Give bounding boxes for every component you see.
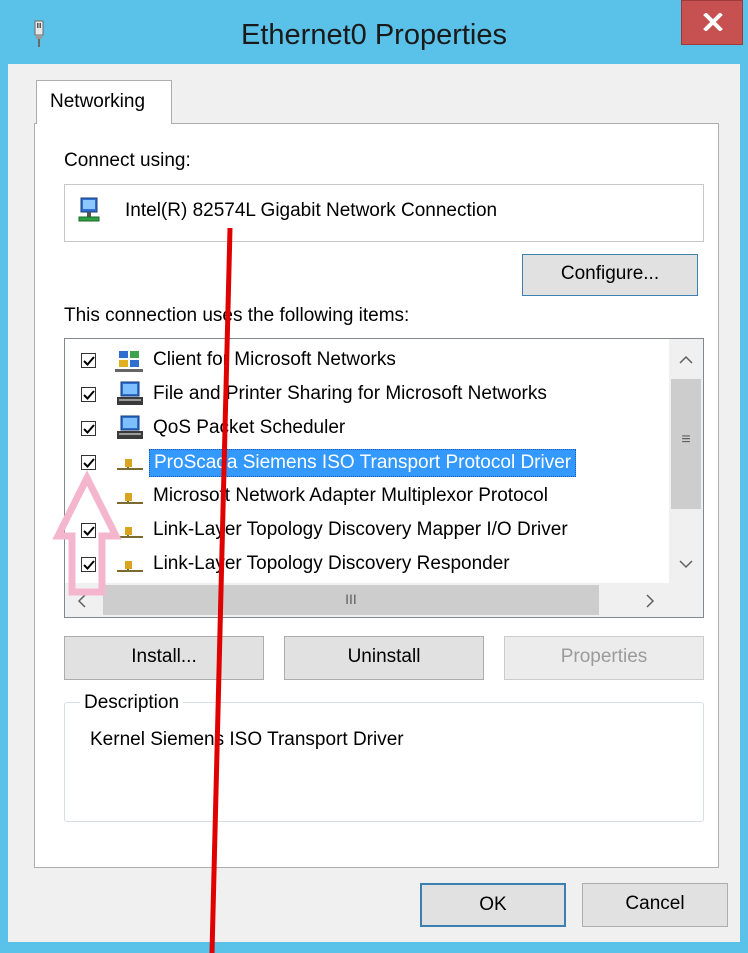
list-item[interactable]: Link-Layer Topology Discovery Responder — [65, 549, 665, 583]
item-checkbox[interactable] — [81, 557, 96, 572]
configure-button[interactable]: Configure... — [522, 254, 698, 296]
checkmark-icon — [83, 390, 95, 400]
scroll-down-icon[interactable] — [679, 559, 693, 569]
item-checkbox-unchecked[interactable] — [81, 489, 96, 504]
uninstall-button[interactable]: Uninstall — [284, 636, 484, 680]
item-label: Client for Microsoft Networks — [153, 349, 396, 370]
item-label: QoS Packet Scheduler — [153, 417, 346, 438]
scroll-up-icon[interactable] — [679, 355, 693, 365]
connect-using-label: Connect using: — [64, 150, 191, 171]
description-label: Description — [80, 692, 184, 714]
scroll-left-icon[interactable] — [77, 594, 87, 608]
adapter-name: Intel(R) 82574L Gigabit Network Connecti… — [125, 200, 498, 221]
protocol-icon — [117, 561, 143, 572]
vertical-scroll-thumb[interactable]: ≡ — [671, 379, 701, 509]
horizontal-scrollbar[interactable]: III — [65, 583, 669, 617]
vertical-scrollbar[interactable]: ≡ — [669, 339, 703, 583]
item-checkbox[interactable] — [81, 455, 96, 470]
checkmark-icon — [83, 356, 95, 366]
ok-button[interactable]: OK — [420, 883, 566, 927]
checkmark-icon — [83, 526, 95, 536]
list-item[interactable]: Client for Microsoft Networks — [65, 345, 665, 379]
protocol-icon — [117, 459, 143, 470]
item-checkbox[interactable] — [81, 523, 96, 538]
configure-label: Configure... — [560, 263, 660, 284]
window-title: Ethernet0 Properties — [241, 19, 507, 51]
properties-label: Properties — [560, 646, 648, 667]
cancel-label: Cancel — [625, 893, 685, 914]
item-label: Link-Layer Topology Discovery Mapper I/O… — [153, 519, 568, 540]
scroll-right-icon[interactable] — [645, 594, 655, 608]
components-list[interactable]: Client for Microsoft Networks File and P… — [64, 338, 704, 618]
list-item[interactable]: Link-Layer Topology Discovery Mapper I/O… — [65, 515, 665, 549]
scroll-grip: ≡ — [681, 431, 691, 448]
list-item[interactable]: ProScada Siemens ISO Transport Protocol … — [65, 447, 665, 481]
close-icon — [703, 13, 723, 31]
horizontal-scroll-thumb[interactable]: III — [103, 585, 599, 615]
item-label: Link-Layer Topology Discovery Responder — [153, 553, 510, 574]
description-group — [64, 702, 704, 822]
title-bar[interactable]: Ethernet0 Properties — [0, 0, 748, 64]
uninstall-label: Uninstall — [347, 646, 421, 667]
item-label: File and Printer Sharing for Microsoft N… — [153, 383, 547, 404]
install-button[interactable]: Install... — [64, 636, 264, 680]
list-item[interactable]: File and Printer Sharing for Microsoft N… — [65, 379, 665, 413]
close-button[interactable] — [681, 0, 743, 45]
item-label-selected: ProScada Siemens ISO Transport Protocol … — [149, 449, 577, 477]
network-card-icon — [78, 197, 100, 222]
computer-service-icon — [117, 381, 143, 405]
properties-button[interactable]: Properties — [504, 636, 704, 680]
list-item[interactable]: QoS Packet Scheduler — [65, 413, 665, 447]
tab-networking[interactable]: Networking — [36, 80, 172, 124]
network-client-icon — [115, 351, 143, 372]
install-label: Install... — [131, 646, 197, 667]
protocol-icon — [117, 493, 143, 504]
item-checkbox[interactable] — [81, 353, 96, 368]
protocol-icon — [117, 527, 143, 538]
hscroll-grip: III — [345, 591, 357, 607]
tab-label: Networking — [50, 91, 146, 112]
ok-label: OK — [479, 894, 507, 915]
adapter-field: Intel(R) 82574L Gigabit Network Connecti… — [64, 184, 704, 242]
item-label: Microsoft Network Adapter Multiplexor Pr… — [153, 485, 548, 506]
list-item[interactable]: Microsoft Network Adapter Multiplexor Pr… — [65, 481, 665, 515]
checkmark-icon — [83, 560, 95, 570]
checkmark-icon — [83, 424, 95, 434]
item-checkbox[interactable] — [81, 421, 96, 436]
checkmark-icon — [83, 458, 95, 468]
scroll-corner — [669, 583, 703, 617]
item-checkbox[interactable] — [81, 387, 96, 402]
cancel-button[interactable]: Cancel — [582, 883, 728, 927]
description-text: Kernel Siemens ISO Transport Driver — [90, 729, 404, 750]
items-label: This connection uses the following items… — [64, 305, 410, 326]
properties-window: Ethernet0 Properties Networking Connect … — [0, 0, 748, 953]
computer-service-icon — [117, 415, 143, 439]
